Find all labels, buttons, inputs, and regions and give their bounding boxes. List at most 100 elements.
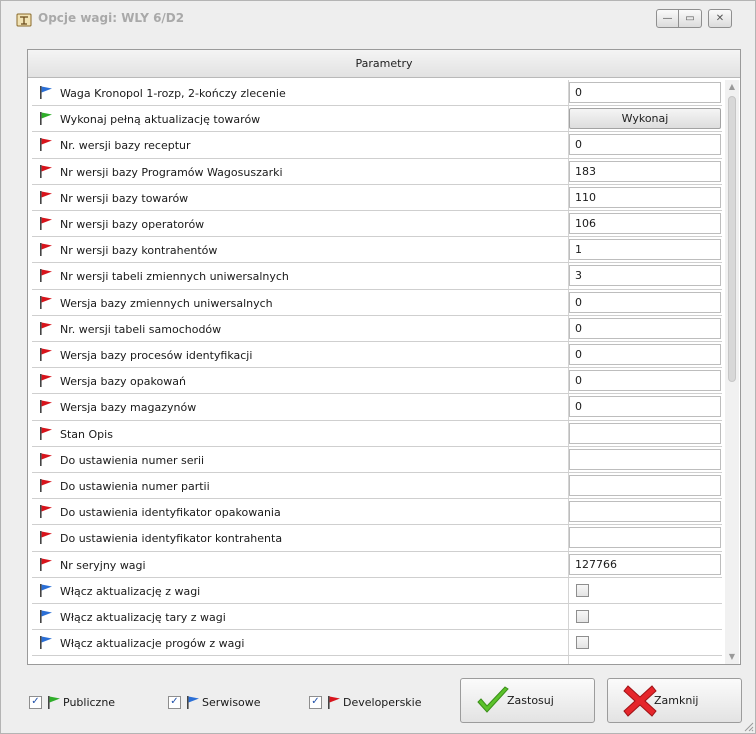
parameter-row: Nr wersji bazy towarów 110 (32, 185, 722, 211)
parameter-label: Do ustawienia identyfikator kontrahenta (60, 532, 283, 546)
parameter-row: Wersja bazy procesów identyfikacji 0 (32, 342, 722, 369)
maximize-icon: ▭ (685, 13, 695, 24)
blue-flag-icon (40, 610, 52, 623)
parameter-value-field[interactable] (569, 527, 721, 549)
red-flag-icon (40, 505, 52, 519)
red-flag-icon (40, 217, 52, 230)
parameter-label: Do ustawienia numer partii (60, 480, 210, 493)
parameters-grid: Waga Kronopol 1-rozp, 2-kończy zlecenie 0… (32, 80, 722, 664)
window-controls: — ▭ ✕ (656, 9, 732, 28)
red-flag-icon (40, 426, 52, 440)
parameter-row: Do ustawienia identyfikator opakowania (32, 499, 722, 526)
parameter-checkbox[interactable] (576, 583, 589, 597)
parameter-value-field[interactable]: 0 (569, 134, 721, 156)
minimize-button[interactable]: — (656, 9, 679, 28)
scroll-up-icon[interactable]: ▲ (725, 80, 739, 94)
parameter-value-field[interactable]: 0 (569, 396, 721, 418)
parameter-row: Nr wersji tabeli zmiennych uniwersalnych… (32, 263, 722, 290)
blue-flag-icon (40, 86, 52, 99)
parameter-value-field[interactable]: 0 (569, 344, 721, 365)
red-x-icon (623, 684, 657, 717)
options-window: Opcje wagi: WLY 6/D2 — ▭ ✕ Parametry Wag… (0, 0, 756, 734)
parameter-value-field[interactable]: 127766 (569, 553, 721, 575)
parameter-row: Włącz aktualizację tary z wagi (32, 604, 722, 631)
parameter-value-field[interactable]: 3 (569, 265, 721, 287)
parameters-panel: Parametry Waga Kronopol 1-rozp, 2-kończy… (27, 49, 741, 665)
vertical-scrollbar[interactable]: ▲ ▼ (725, 80, 739, 664)
parameter-checkbox[interactable] (576, 636, 589, 650)
red-flag-icon (40, 400, 52, 414)
blue-flag-icon (40, 583, 52, 597)
maximize-button[interactable]: ▭ (679, 9, 702, 28)
red-flag-icon (40, 190, 52, 204)
parameter-label: Wersja bazy zmiennych uniwersalnych (60, 296, 273, 310)
parameter-value-field[interactable] (569, 422, 721, 444)
parameter-value-field[interactable]: 0 (569, 370, 721, 392)
filter-red[interactable]: ✓ Developerskie (309, 695, 422, 709)
parameter-row: Włącz aktualizację z wagi (32, 578, 722, 604)
parameter-row: Nr. wersji tabeli samochodów 0 (32, 316, 722, 342)
parameter-value-field[interactable]: 106 (569, 213, 721, 234)
red-flag-icon (40, 138, 52, 152)
filter-checkbox[interactable]: ✓ (168, 695, 181, 709)
blue-flag-icon (40, 636, 52, 650)
parameter-value-field[interactable] (569, 501, 721, 523)
execute-button[interactable]: Wykonaj (569, 108, 721, 130)
filter-label: Serwisowe (202, 695, 261, 709)
red-flag-icon (40, 479, 52, 492)
close-button[interactable]: Zamknij (607, 678, 742, 723)
parameter-row: Nr wersji bazy Programów Wagosuszarki 183 (32, 159, 722, 185)
filter-label: Publiczne (63, 695, 116, 709)
parameter-value-field[interactable]: 110 (569, 186, 721, 208)
parameter-value-field[interactable] (569, 475, 721, 496)
parameter-row: Nr seryjny wagi 127766 (32, 552, 722, 578)
parameter-row: Wykonaj pełną aktualizację towarów Wykona… (32, 106, 722, 133)
filter-blue[interactable]: ✓ Serwisowe (168, 695, 261, 709)
filter-green[interactable]: ✓ Publiczne (29, 695, 115, 709)
parameter-row: Do ustawienia numer serii (32, 447, 722, 473)
parameter-value-field[interactable]: 183 (569, 160, 721, 182)
blue-flag-icon (187, 696, 199, 709)
resize-grip-icon[interactable] (742, 720, 754, 732)
parameter-row: Włącz aktualizacje progów z wagi (32, 630, 722, 657)
red-flag-icon (40, 164, 52, 178)
minimize-icon: — (662, 13, 673, 24)
parameter-label: Nr wersji bazy towarów (60, 191, 189, 205)
parameter-label: Nr. wersji tabeli samochodów (60, 322, 222, 336)
title-bar[interactable]: Opcje wagi: WLY 6/D2 — ▭ ✕ (1, 1, 755, 37)
close-window-button[interactable]: ✕ (708, 9, 732, 28)
parameter-row: Nr. wersji bazy receptur 0 (32, 132, 722, 159)
filter-checkbox[interactable]: ✓ (309, 695, 322, 709)
parameter-label: Nr wersji bazy operatorów (60, 218, 205, 231)
green-flag-icon (48, 696, 60, 709)
red-flag-icon (40, 321, 52, 335)
parameter-label: Nr wersji bazy Programów Wagosuszarki (60, 165, 283, 179)
parameter-checkbox[interactable] (576, 610, 589, 623)
parameter-value-field[interactable]: 0 (569, 82, 721, 103)
scale-app-icon (16, 13, 32, 27)
red-flag-icon (40, 295, 52, 309)
parameter-row: Wersja bazy magazynów 0 (32, 394, 722, 421)
parameter-row: Wersja bazy zmiennych uniwersalnych 0 (32, 290, 722, 316)
close-icon: ✕ (715, 13, 725, 24)
scroll-down-icon[interactable]: ▼ (725, 650, 739, 664)
parameter-label: Waga Kronopol 1-rozp, 2-kończy zlecenie (60, 87, 286, 100)
panel-header: Parametry (28, 50, 740, 78)
filter-checkbox[interactable]: ✓ (29, 695, 42, 709)
parameter-label: Włącz aktualizację tary z wagi (60, 611, 226, 624)
red-flag-icon (40, 531, 52, 545)
parameter-value-field[interactable]: 1 (569, 239, 721, 261)
parameter-label: Stan Opis (60, 427, 113, 441)
apply-button[interactable]: Zastosuj (460, 678, 595, 723)
parameter-label: Wersja bazy procesów identyfikacji (60, 349, 253, 362)
parameter-row: Do ustawienia numer partii (32, 473, 722, 500)
parameter-row: Wersja bazy opakowań 0 (32, 368, 722, 395)
parameter-value-field[interactable]: 0 (569, 317, 721, 339)
parameter-label: Nr. wersji bazy receptur (60, 139, 191, 153)
parameter-label: Wykonaj pełną aktualizację towarów (60, 113, 261, 127)
parameter-value-field[interactable]: 0 (569, 291, 721, 313)
parameter-row: Do ustawienia identyfikator kontrahenta (32, 525, 722, 552)
scroll-thumb[interactable] (728, 96, 736, 382)
close-label: Zamknij (654, 694, 699, 707)
parameter-value-field[interactable] (569, 448, 721, 470)
